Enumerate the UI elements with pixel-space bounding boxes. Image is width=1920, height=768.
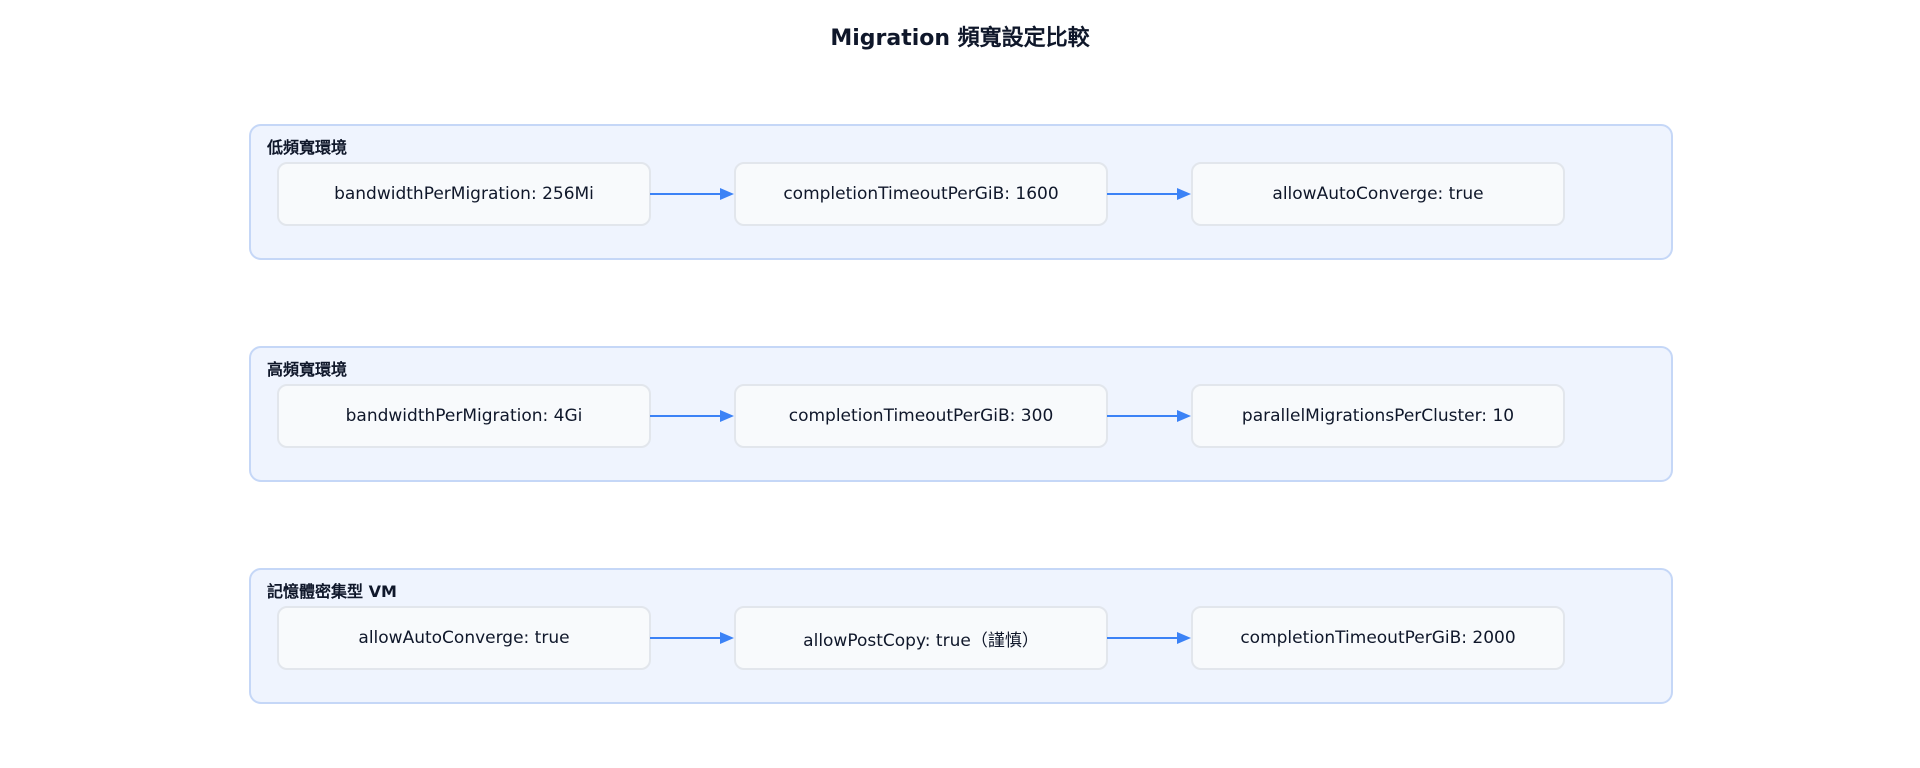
group-label: 記憶體密集型 VM [267,582,397,601]
flow-arrow [650,632,734,644]
flow-node: completionTimeoutPerGiB: 300 [734,384,1108,448]
group-label: 低頻寬環境 [267,138,348,157]
flow-node: allowAutoConverge: true [1191,162,1565,226]
flow-node: completionTimeoutPerGiB: 2000 [1191,606,1565,670]
flow-node: allowPostCopy: true（謹慎） [734,606,1108,670]
group-memory-intensive-vm: 記憶體密集型 VM allowAutoConverge: true allowP… [249,568,1673,704]
flow-arrow [1107,632,1191,644]
group-low-bandwidth: 低頻寬環境 bandwidthPerMigration: 256Mi compl… [249,124,1673,260]
flow-node: completionTimeoutPerGiB: 1600 [734,162,1108,226]
group-label: 高頻寬環境 [267,360,348,379]
flow-arrow [650,410,734,422]
flow-arrow [1107,410,1191,422]
group-high-bandwidth: 高頻寬環境 bandwidthPerMigration: 4Gi complet… [249,346,1673,482]
flow-node: bandwidthPerMigration: 4Gi [277,384,651,448]
flow-node: bandwidthPerMigration: 256Mi [277,162,651,226]
flow-node: allowAutoConverge: true [277,606,651,670]
diagram-title: Migration 頻寬設定比較 [830,26,1090,51]
flow-arrow [650,188,734,200]
flow-arrow [1107,188,1191,200]
flow-node: parallelMigrationsPerCluster: 10 [1191,384,1565,448]
